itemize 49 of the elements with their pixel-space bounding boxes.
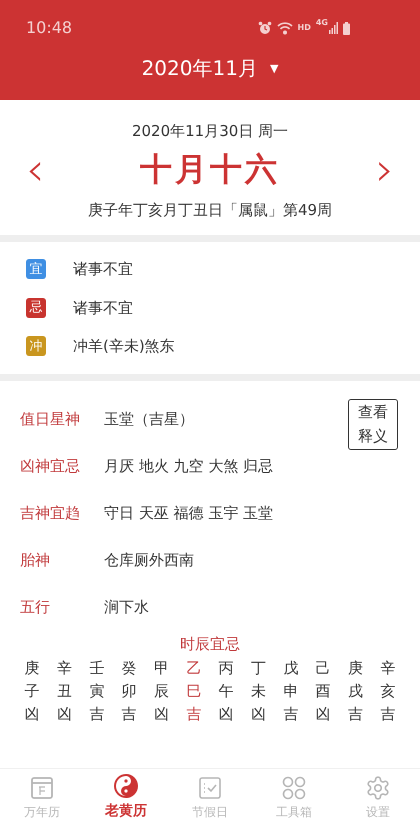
detail-value: 涧下水 (104, 597, 149, 618)
explain-button[interactable]: 查看 释义 (348, 398, 398, 450)
detail-value: 守日 天巫 福德 玉宇 玉堂 (104, 503, 274, 524)
nav-tab[interactable]: 老黄历 (84, 769, 168, 826)
battery-icon (343, 22, 350, 34)
hour-column: 癸 卯 吉 (112, 657, 146, 726)
month-selector[interactable]: 2020年11月 ▼ (142, 58, 278, 78)
hour-column: 庚 戌 吉 (339, 657, 372, 726)
detail-label: 吉神宜趋 (20, 503, 81, 524)
hour-column: 壬 寅 吉 (80, 657, 113, 726)
omen-text: 诸事不宜 (73, 259, 133, 280)
signal-icon (329, 22, 338, 34)
detail-value: 玉堂（吉星） (104, 409, 194, 430)
wifi-icon (276, 21, 293, 35)
calendar-icon (29, 774, 55, 800)
lunar-date: 十月十六 (140, 148, 280, 190)
detail-label: 胎神 (20, 550, 51, 572)
omen-tag: 宜 (26, 259, 46, 280)
hour-column: 丙 午 凶 (210, 657, 242, 726)
status-time: 10:48 (26, 17, 72, 39)
omen-text: 冲羊(辛未)煞东 (73, 336, 175, 357)
next-day-button[interactable]: › (376, 146, 394, 192)
omen-tag: 忌 (26, 298, 46, 318)
hour-column: 乙 巳 吉 (178, 657, 210, 726)
hour-column: 丁 未 凶 (242, 657, 275, 726)
detail-value: 仓库厕外西南 (104, 550, 194, 572)
hour-column: 辛 亥 吉 (372, 657, 404, 726)
checklist-icon (197, 774, 223, 800)
solar-date: 2020年11月30日 周一 (132, 121, 288, 142)
hours-title: 时辰宜忌 (180, 634, 240, 654)
network-label: 4G (316, 19, 328, 27)
alarm-icon (258, 21, 272, 35)
ganzhi-date: 庚子年丁亥月丁丑日「属鼠」第49周 (88, 200, 332, 220)
hour-column: 辛 丑 凶 (48, 657, 81, 726)
previous-day-button[interactable]: ‹ (26, 146, 44, 192)
omen-tag: 冲 (26, 336, 46, 356)
hour-column: 戊 申 吉 (274, 657, 307, 726)
detail-label: 五行 (20, 597, 51, 618)
grid-icon (281, 774, 307, 800)
hd-label: HD (298, 22, 311, 34)
detail-label: 凶神宜忌 (20, 456, 81, 478)
omen-text: 诸事不宜 (73, 298, 133, 318)
hour-column: 庚 子 凶 (16, 657, 48, 726)
detail-label: 值日星神 (20, 409, 81, 430)
settings-icon (365, 774, 391, 800)
hour-column: 甲 辰 凶 (145, 657, 178, 726)
yin-yang-icon (113, 773, 139, 799)
hour-column: 己 酉 凶 (306, 657, 340, 726)
detail-value: 月厌 地火 九空 大煞 归忌 (104, 456, 274, 478)
